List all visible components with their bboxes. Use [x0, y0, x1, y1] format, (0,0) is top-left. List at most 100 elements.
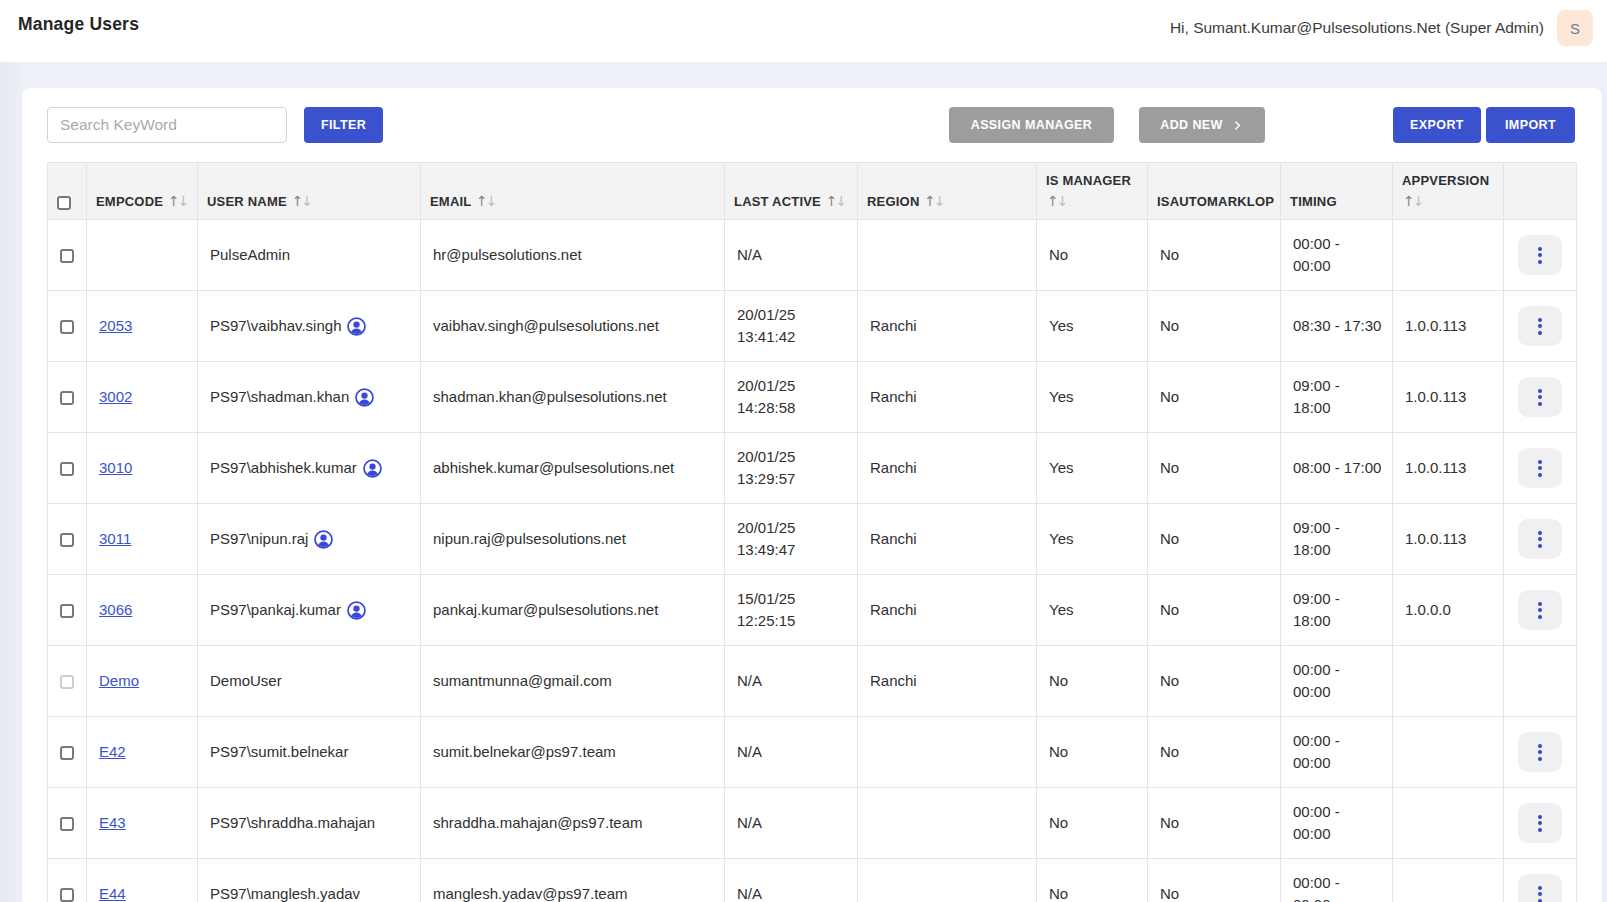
row-actions-button[interactable] — [1518, 448, 1562, 488]
header-cell-is_manager[interactable]: IS MANAGER ↑↓ — [1037, 163, 1148, 220]
export-button[interactable]: EXPORT — [1393, 107, 1481, 143]
row-actions-button[interactable] — [1518, 306, 1562, 346]
sort-icon[interactable]: ↑↓ — [476, 193, 495, 209]
cell-actions — [1504, 433, 1577, 504]
dot-icon — [1538, 744, 1542, 748]
table-row: 3002 PS97\shadman.khan shadman.khan@puls… — [48, 362, 1577, 433]
sort-up-icon: ↑ — [168, 193, 178, 209]
empcode-link[interactable]: E43 — [99, 814, 126, 831]
cell-is-manager: No — [1037, 717, 1148, 788]
isautomarklop-text: No — [1160, 885, 1179, 902]
cell-region: Ranchi — [858, 433, 1037, 504]
select-all-checkbox[interactable] — [57, 196, 71, 210]
header-cell-user_name[interactable]: USER NAME ↑↓ — [198, 163, 421, 220]
last-active-text: N/A — [737, 246, 762, 263]
column-label: EMPCODE — [96, 194, 163, 209]
sort-icon[interactable]: ↑↓ — [1403, 193, 1422, 209]
cell-checkbox — [48, 788, 87, 859]
region-text: Ranchi — [870, 672, 917, 689]
cell-empcode: 2053 — [87, 291, 198, 362]
row-checkbox[interactable] — [60, 462, 74, 476]
email-text: nipun.raj@pulsesolutions.net — [433, 530, 626, 547]
cell-actions — [1504, 646, 1577, 717]
import-button[interactable]: IMPORT — [1486, 107, 1575, 143]
sort-icon[interactable]: ↑↓ — [292, 193, 311, 209]
header-cell-region[interactable]: REGION ↑↓ — [858, 163, 1037, 220]
header-cell-email[interactable]: EMAIL ↑↓ — [421, 163, 725, 220]
cell-email: manglesh.yadav@ps97.team — [421, 859, 725, 902]
sort-up-icon: ↑ — [1047, 193, 1057, 209]
empcode-link[interactable]: E44 — [99, 885, 126, 902]
cell-region: Ranchi — [858, 575, 1037, 646]
sort-icon[interactable]: ↑↓ — [826, 193, 845, 209]
cell-isautomarklop: No — [1148, 859, 1281, 902]
search-input[interactable] — [47, 107, 287, 143]
cell-empcode: 3011 — [87, 504, 198, 575]
user-avatar-icon — [347, 317, 366, 336]
table-row: E42 PS97\sumit.belnekar sumit.belnekar@p… — [48, 717, 1577, 788]
row-actions-button[interactable] — [1518, 732, 1562, 772]
row-actions-button[interactable] — [1518, 235, 1562, 275]
user-avatar[interactable]: S — [1557, 10, 1593, 46]
cell-is-manager: Yes — [1037, 575, 1148, 646]
filter-button[interactable]: FILTER — [304, 107, 383, 143]
empcode-link[interactable]: 3002 — [99, 388, 132, 405]
row-actions-button[interactable] — [1518, 519, 1562, 559]
topbar: Manage Users Hi, Sumant.Kumar@Pulsesolut… — [0, 0, 1607, 62]
avatar-initial: S — [1570, 20, 1580, 37]
header-cell-last_active[interactable]: LAST ACTIVE ↑↓ — [725, 163, 858, 220]
row-checkbox[interactable] — [60, 533, 74, 547]
cell-isautomarklop: No — [1148, 717, 1281, 788]
row-checkbox[interactable] — [60, 320, 74, 334]
row-checkbox[interactable] — [60, 888, 74, 902]
sort-icon[interactable]: ↑↓ — [1047, 193, 1066, 209]
user-name-text: PS97\vaibhav.singh — [210, 315, 341, 338]
row-checkbox[interactable] — [60, 604, 74, 618]
header-cell-appversion[interactable]: APPVERSION ↑↓ — [1393, 163, 1504, 220]
appversion-text: 1.0.0.0 — [1405, 601, 1451, 618]
row-actions-button[interactable] — [1518, 377, 1562, 417]
page-title: Manage Users — [18, 14, 139, 35]
empcode-link[interactable]: 3010 — [99, 459, 132, 476]
cell-email: pankaj.kumar@pulsesolutions.net — [421, 575, 725, 646]
isautomarklop-text: No — [1160, 743, 1179, 760]
empcode-link[interactable]: 2053 — [99, 317, 132, 334]
sort-down-icon: ↓ — [486, 193, 496, 209]
cell-email: vaibhav.singh@pulsesolutions.net — [421, 291, 725, 362]
cell-timing: 00:00 - 00:00 — [1281, 646, 1393, 717]
cell-isautomarklop: No — [1148, 575, 1281, 646]
row-checkbox[interactable] — [60, 817, 74, 831]
isautomarklop-text: No — [1160, 530, 1179, 547]
row-checkbox[interactable] — [60, 249, 74, 263]
empcode-link[interactable]: 3011 — [99, 530, 131, 547]
row-actions-button[interactable] — [1518, 590, 1562, 630]
assign-manager-button[interactable]: ASSIGN MANAGER — [949, 107, 1114, 143]
dot-icon — [1538, 821, 1542, 825]
row-checkbox[interactable] — [60, 746, 74, 760]
header-cell-actions — [1504, 163, 1577, 220]
dot-icon — [1538, 828, 1542, 832]
dot-icon — [1538, 318, 1542, 322]
is-manager-text: Yes — [1049, 601, 1073, 618]
sort-icon[interactable]: ↑↓ — [924, 193, 943, 209]
row-actions-button[interactable] — [1518, 803, 1562, 843]
topbar-right: Hi, Sumant.Kumar@Pulsesolutions.Net (Sup… — [1170, 10, 1593, 46]
sort-up-icon: ↑ — [476, 193, 486, 209]
last-active-text: 20/01/25 14:28:58 — [737, 377, 795, 417]
sort-icon[interactable]: ↑↓ — [168, 193, 187, 209]
users-card: FILTER ASSIGN MANAGER ADD NEW EXPORT IMP… — [22, 88, 1602, 902]
empcode-link[interactable]: 3066 — [99, 601, 132, 618]
header-cell-isautomarklop: ISAUTOMARKLOP — [1148, 163, 1281, 220]
row-actions-button[interactable] — [1518, 874, 1562, 902]
cell-appversion: 1.0.0.113 — [1393, 362, 1504, 433]
cell-email: sumit.belnekar@ps97.team — [421, 717, 725, 788]
column-label: REGION — [867, 194, 919, 209]
cell-empcode: 3010 — [87, 433, 198, 504]
row-checkbox[interactable] — [60, 391, 74, 405]
add-new-button[interactable]: ADD NEW — [1139, 107, 1265, 143]
header-cell-empcode[interactable]: EMPCODE ↑↓ — [87, 163, 198, 220]
timing-text: 00:00 - 00:00 — [1293, 235, 1340, 275]
empcode-link[interactable]: E42 — [99, 743, 126, 760]
cell-is-manager: No — [1037, 220, 1148, 291]
empcode-link[interactable]: Demo — [99, 672, 139, 689]
